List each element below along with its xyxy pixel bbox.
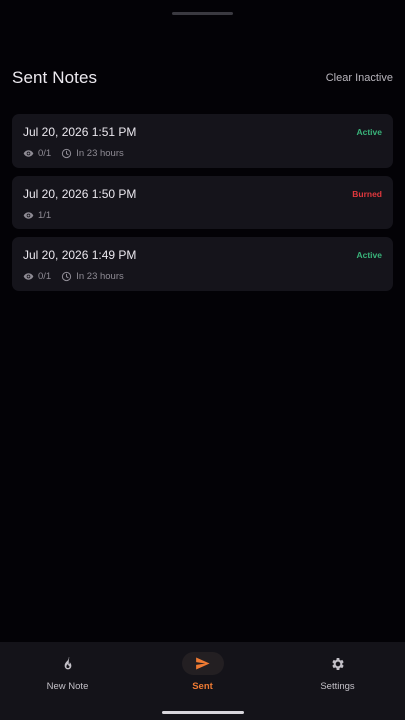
nav-item-sent[interactable]: Sent	[135, 642, 270, 720]
page-title: Sent Notes	[12, 68, 98, 87]
status-badge: Active	[356, 127, 382, 137]
bottom-navigation: New Note Sent Settings	[0, 642, 405, 720]
home-indicator	[162, 711, 244, 714]
expiry-text: In 23 hours	[76, 148, 124, 159]
view-count: 0/1	[38, 148, 52, 159]
nav-label: Sent	[192, 681, 213, 692]
clock-icon	[62, 271, 72, 282]
status-badge: Active	[356, 250, 382, 260]
note-date: Jul 20, 2026 1:50 PM	[23, 186, 137, 201]
sent-notes-list: Jul 20, 2026 1:51 PM Active 0/1 In 23 ho…	[12, 114, 393, 299]
nav-item-settings[interactable]: Settings	[270, 642, 405, 720]
flame-icon	[64, 656, 71, 669]
top-drag-handle	[172, 12, 233, 15]
gear-icon	[331, 657, 344, 670]
note-card[interactable]: Jul 20, 2026 1:49 PM Active 0/1 In 23 ho…	[12, 237, 393, 291]
note-card[interactable]: Jul 20, 2026 1:51 PM Active 0/1 In 23 ho…	[12, 114, 393, 168]
clock-icon	[62, 148, 72, 159]
eye-icon	[23, 150, 34, 157]
eye-icon	[23, 211, 34, 219]
nav-label: New Note	[46, 681, 89, 692]
eye-icon	[23, 273, 34, 280]
note-date: Jul 20, 2026 1:49 PM	[23, 248, 137, 262]
expiry-text: In 23 hours	[76, 271, 124, 282]
view-count: 1/1	[38, 209, 52, 221]
nav-item-new-note[interactable]: New Note	[0, 642, 135, 720]
note-card[interactable]: Jul 20, 2026 1:50 PM Burned 1/1	[12, 175, 393, 229]
note-date: Jul 20, 2026 1:51 PM	[23, 125, 137, 139]
send-icon	[196, 657, 210, 670]
clear-inactive-button[interactable]: Clear Inactive	[326, 72, 393, 84]
status-badge: Burned	[352, 188, 382, 199]
view-count: 0/1	[38, 271, 52, 282]
page-header: Sent Notes Clear Inactive	[12, 66, 393, 90]
nav-label: Settings	[320, 681, 355, 692]
